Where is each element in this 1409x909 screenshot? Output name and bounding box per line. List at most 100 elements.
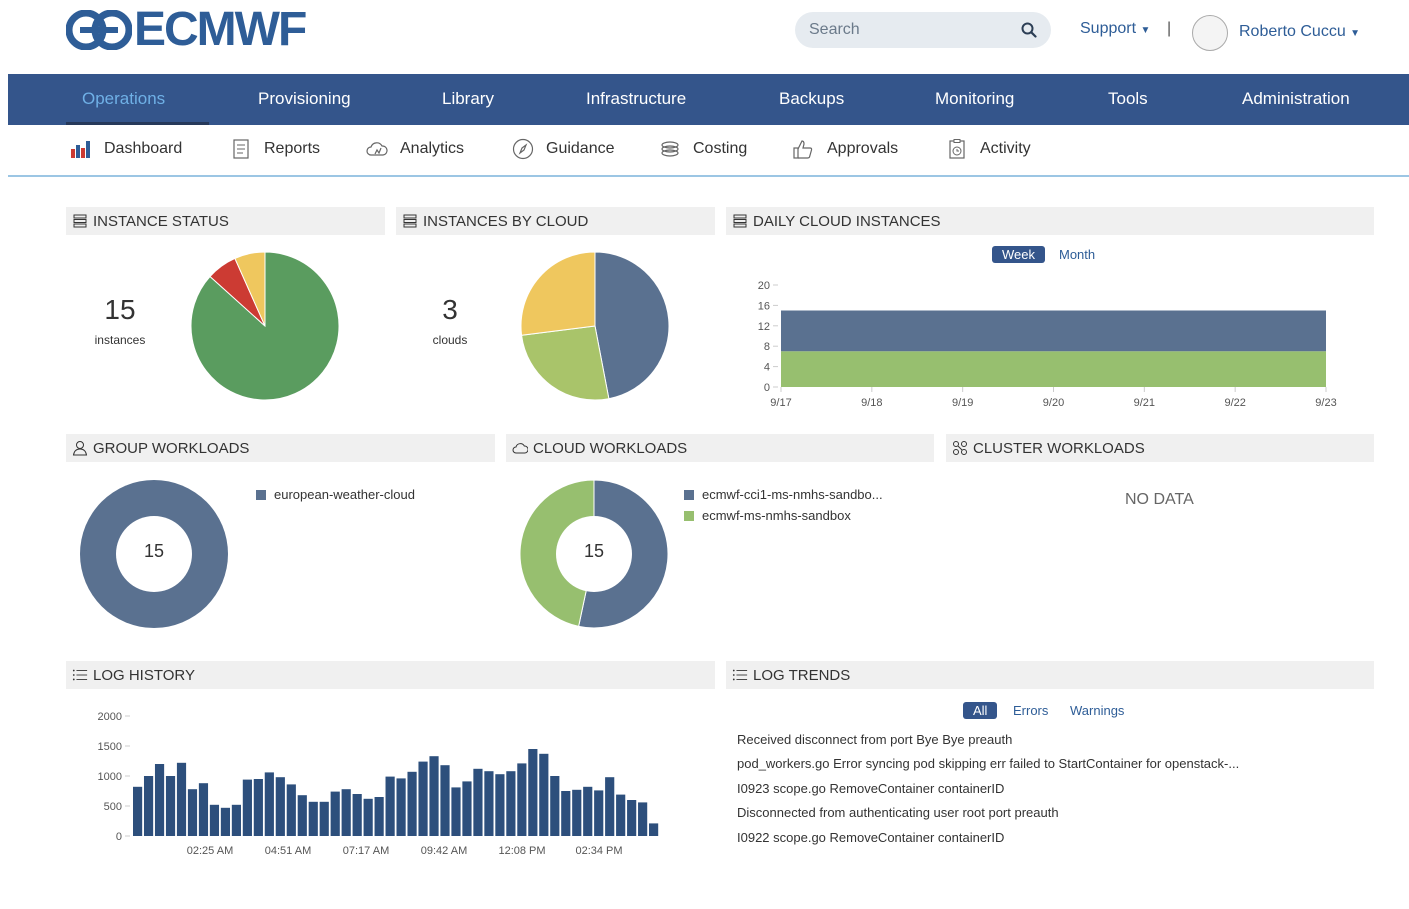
cluster-icon bbox=[952, 440, 968, 456]
log-bar[interactable] bbox=[133, 786, 143, 836]
log-bar[interactable] bbox=[418, 761, 428, 836]
log-bar[interactable] bbox=[363, 798, 373, 836]
x-tick-label: 9/17 bbox=[770, 397, 791, 409]
log-bar[interactable] bbox=[187, 789, 198, 836]
search-input[interactable] bbox=[809, 21, 1021, 39]
log-entry[interactable]: Disconnected from authenticating user ro… bbox=[737, 805, 1059, 820]
subnav-approvals[interactable]: Approvals bbox=[793, 138, 898, 160]
x-tick-label: 9/22 bbox=[1224, 397, 1245, 409]
log-bar[interactable] bbox=[539, 753, 549, 836]
log-bar[interactable] bbox=[616, 794, 626, 836]
month-toggle[interactable]: Month bbox=[1059, 247, 1095, 262]
log-bar[interactable] bbox=[198, 783, 209, 836]
log-bar[interactable] bbox=[330, 791, 340, 836]
log-bar[interactable] bbox=[176, 762, 187, 836]
log-bar[interactable] bbox=[374, 797, 384, 836]
legend-swatch bbox=[684, 489, 694, 500]
log-bar[interactable] bbox=[638, 802, 648, 836]
log-bar[interactable] bbox=[143, 776, 154, 836]
x-tick-label: 9/18 bbox=[861, 397, 882, 409]
log-bar[interactable] bbox=[165, 776, 176, 836]
cloud-slice-1[interactable] bbox=[521, 325, 610, 401]
legend-item[interactable]: ecmwf-cci1-ms-nmhs-sandbo... bbox=[684, 487, 883, 502]
log-bar[interactable] bbox=[352, 794, 362, 836]
log-bar[interactable] bbox=[297, 795, 307, 836]
legend-item[interactable]: european-weather-cloud bbox=[256, 487, 415, 502]
subnav-analytics[interactable]: Analytics bbox=[366, 138, 464, 160]
week-toggle[interactable]: Week bbox=[992, 246, 1045, 263]
log-bar[interactable] bbox=[462, 781, 472, 836]
subnav-reports[interactable]: Reports bbox=[230, 138, 320, 160]
area-series-0[interactable] bbox=[781, 351, 1326, 387]
log-bar[interactable] bbox=[308, 801, 318, 836]
log-entry[interactable]: I0923 scope.go RemoveContainer container… bbox=[737, 781, 1004, 796]
log-bar[interactable] bbox=[429, 756, 439, 836]
y-tick-label: 500 bbox=[104, 801, 122, 813]
log-bar[interactable] bbox=[473, 768, 483, 836]
log-bar[interactable] bbox=[275, 777, 285, 836]
log-bar[interactable] bbox=[231, 804, 241, 836]
log-bar[interactable] bbox=[627, 800, 637, 836]
nav-provisioning[interactable]: Provisioning bbox=[258, 89, 351, 109]
log-bar[interactable] bbox=[550, 776, 560, 836]
log-bar[interactable] bbox=[440, 765, 450, 836]
warnings-toggle[interactable]: Warnings bbox=[1070, 703, 1124, 718]
log-bar[interactable] bbox=[396, 778, 406, 836]
log-bar[interactable] bbox=[264, 772, 274, 836]
log-bar[interactable] bbox=[506, 771, 516, 836]
nav-infrastructure[interactable]: Infrastructure bbox=[586, 89, 686, 109]
log-bar[interactable] bbox=[528, 749, 538, 836]
log-bar[interactable] bbox=[594, 790, 604, 836]
log-bar[interactable] bbox=[209, 804, 220, 836]
log-bar[interactable] bbox=[242, 779, 252, 836]
log-bar[interactable] bbox=[605, 777, 615, 836]
log-bar[interactable] bbox=[484, 771, 494, 836]
area-series-1[interactable] bbox=[781, 310, 1326, 352]
log-bar[interactable] bbox=[583, 786, 593, 836]
log-entry[interactable]: Received disconnect from port Bye Bye pr… bbox=[737, 732, 1012, 747]
subnav-guidance[interactable]: Guidance bbox=[512, 138, 615, 160]
log-bar[interactable] bbox=[319, 801, 329, 836]
avatar[interactable] bbox=[1192, 15, 1228, 51]
nav-monitoring[interactable]: Monitoring bbox=[935, 89, 1014, 109]
panel-title: INSTANCE STATUS bbox=[93, 212, 229, 230]
nav-administration[interactable]: Administration bbox=[1242, 89, 1350, 109]
log-bar[interactable] bbox=[286, 784, 296, 836]
log-bar[interactable] bbox=[407, 771, 417, 836]
log-bar[interactable] bbox=[253, 779, 263, 836]
user-menu[interactable]: Roberto Cuccu ▼ bbox=[1239, 23, 1360, 41]
log-bar[interactable] bbox=[385, 776, 395, 836]
nav-tools[interactable]: Tools bbox=[1108, 89, 1148, 109]
log-bar[interactable] bbox=[517, 763, 527, 836]
log-bar[interactable] bbox=[649, 823, 659, 836]
log-bar[interactable] bbox=[561, 791, 571, 836]
errors-toggle[interactable]: Errors bbox=[1013, 703, 1048, 718]
log-entry[interactable]: pod_workers.go Error syncing pod skippin… bbox=[737, 756, 1239, 771]
search-box[interactable] bbox=[795, 12, 1051, 48]
all-toggle[interactable]: All bbox=[963, 702, 998, 719]
log-bar[interactable] bbox=[572, 789, 582, 836]
search-icon[interactable] bbox=[1021, 22, 1037, 38]
no-data-message: NO DATA bbox=[1125, 491, 1194, 508]
log-bar[interactable] bbox=[495, 774, 505, 836]
legend-item[interactable]: ecmwf-ms-nmhs-sandbox bbox=[684, 508, 851, 523]
subnav-dashboard[interactable]: Dashboard bbox=[70, 138, 182, 160]
nav-operations[interactable]: Operations bbox=[82, 89, 165, 109]
cloud-slice-0[interactable] bbox=[594, 251, 670, 400]
log-bar[interactable] bbox=[451, 787, 461, 836]
log-bar[interactable] bbox=[154, 764, 165, 836]
legend-swatch bbox=[684, 510, 694, 521]
ecmwf-logo[interactable]: ECMWF bbox=[66, 6, 307, 54]
nav-library[interactable]: Library bbox=[442, 89, 494, 109]
log-bar[interactable] bbox=[341, 789, 351, 836]
support-menu[interactable]: Support ▼ bbox=[1080, 20, 1150, 38]
subnav-costing[interactable]: Costing bbox=[659, 138, 747, 160]
cloud-icon bbox=[512, 440, 528, 456]
log-entry[interactable]: I0922 scope.go RemoveContainer container… bbox=[737, 830, 1004, 845]
cloud-count-label: clouds bbox=[432, 333, 468, 347]
subnav-activity[interactable]: Activity bbox=[946, 138, 1031, 160]
nav-backups[interactable]: Backups bbox=[779, 89, 844, 109]
cloud-workloads-total: 15 bbox=[583, 541, 605, 561]
cloud-slice-2[interactable] bbox=[520, 251, 596, 336]
log-bar[interactable] bbox=[220, 807, 231, 836]
